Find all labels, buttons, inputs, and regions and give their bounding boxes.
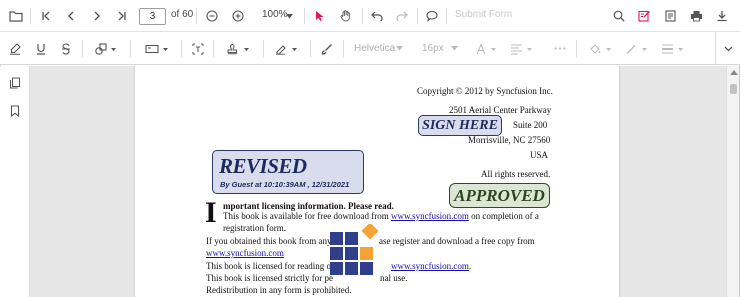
address-line: 2501 Aerial Center Parkway (449, 105, 552, 115)
toolbar-divider (82, 40, 83, 57)
syncfusion-logo (330, 224, 379, 275)
scroll-thumb[interactable] (730, 84, 737, 94)
stamp-title: APPROVED (454, 185, 545, 205)
redo-icon[interactable] (394, 0, 410, 32)
highlight-icon[interactable] (7, 32, 23, 65)
pdf-page: Copyright © 2012 by Syncfusion Inc. 2501… (135, 66, 619, 297)
toolbar-divider (196, 8, 197, 24)
paragraph-line: This book is licensed strictly for pe (206, 273, 333, 283)
chevron-down-icon[interactable] (284, 0, 294, 32)
paragraph-line: This book is licensed for reading o (206, 261, 331, 271)
bookmark-icon[interactable] (10, 104, 20, 122)
toolbar-divider (310, 40, 311, 57)
pan-tool-icon[interactable] (338, 0, 354, 32)
sign-here-stamp-annotation[interactable]: SIGN HERE (418, 115, 502, 136)
edit-annotation-icon[interactable] (636, 0, 652, 32)
toolbar-divider (181, 40, 182, 57)
paragraph-line: This book is available for free download… (223, 211, 539, 221)
first-page-icon[interactable] (38, 0, 54, 32)
zoom-in-icon[interactable] (230, 0, 246, 32)
strikethrough-icon[interactable] (58, 32, 74, 65)
navigation-pane (0, 66, 30, 297)
toolbar-divider (30, 8, 31, 24)
fill-color-icon[interactable] (588, 32, 614, 65)
last-page-icon[interactable] (114, 0, 130, 32)
chevron-down-icon[interactable] (394, 32, 404, 65)
chevron-down-icon[interactable] (449, 32, 459, 65)
address-line: Suite 200 (513, 120, 548, 130)
address-line: Morrisville, NC 27560 (468, 135, 551, 145)
syncfusion-link[interactable]: www.syncfusion.com (391, 211, 469, 221)
selection-tool-icon[interactable] (312, 0, 328, 32)
shapes-icon[interactable] (92, 32, 120, 65)
undo-icon[interactable] (369, 0, 385, 32)
toolbar-divider (304, 8, 305, 24)
text-align-icon[interactable] (508, 32, 536, 65)
heading-text: mportant licensing information. Please r… (223, 201, 394, 211)
previous-page-icon[interactable] (63, 0, 79, 32)
link-text[interactable]: www.syncfusion.com (391, 261, 469, 271)
collapse-toolbar-chevron-icon[interactable] (720, 32, 736, 65)
toolbar-divider (130, 40, 131, 57)
toolbar-divider (715, 32, 716, 65)
rights-text: All rights reserved. (481, 169, 551, 179)
toolbar-divider (263, 40, 264, 57)
signature-icon[interactable] (272, 32, 302, 65)
ink-pen-icon[interactable] (319, 32, 335, 65)
calibrate-icon[interactable] (142, 32, 172, 65)
address-line: USA (530, 150, 549, 160)
comment-icon[interactable] (424, 0, 440, 32)
print-icon[interactable] (688, 0, 704, 32)
font-family-dropdown[interactable]: Helvetica (354, 43, 395, 54)
submit-form-button[interactable]: Submit Form (455, 9, 512, 20)
download-icon[interactable] (714, 0, 730, 32)
toolbar-divider (417, 8, 418, 24)
paragraph-line: Redistribution in any form is prohibited… (206, 285, 352, 295)
zoom-out-icon[interactable] (204, 0, 220, 32)
drop-cap: I (205, 196, 217, 229)
page-number-input[interactable]: 3 (139, 8, 166, 25)
link-text[interactable]: www.syncfusion.com (206, 248, 284, 258)
page-thumbnails-icon[interactable] (9, 76, 21, 94)
scroll-up-arrow-icon[interactable] (730, 70, 738, 75)
font-color-icon[interactable] (475, 32, 499, 65)
vertical-scrollbar[interactable] (726, 66, 739, 297)
open-file-icon[interactable] (7, 0, 25, 32)
line-thickness-icon[interactable] (660, 32, 686, 65)
document-viewer[interactable]: Copyright © 2012 by Syncfusion Inc. 2501… (30, 66, 726, 297)
paragraph-line: ase register and download a free copy fr… (379, 236, 535, 246)
revised-stamp-annotation[interactable]: REVISED By Guest at 10:10:39AM , 12/31/2… (212, 150, 364, 194)
stamp-title: REVISED (219, 154, 307, 178)
stamp-subtitle: By Guest at 10:10:39AM , 12/31/2021 (220, 180, 350, 189)
free-text-icon[interactable] (190, 32, 206, 65)
toolbar-divider (446, 8, 447, 24)
syncfusion-link[interactable]: www.syncfusion.com. (391, 261, 471, 271)
toolbar-divider (213, 40, 214, 57)
stroke-color-icon[interactable] (624, 32, 650, 65)
search-icon[interactable] (611, 0, 627, 32)
copyright-text: Copyright © 2012 by Syncfusion Inc. (417, 86, 553, 96)
syncfusion-link[interactable]: www.syncfusion.com (206, 248, 284, 258)
stamp-title: SIGN HERE (422, 117, 498, 133)
paragraph-line: registration form. (223, 223, 286, 233)
stamp-icon[interactable] (224, 32, 254, 65)
text-run: This book is available for free download… (223, 211, 391, 221)
more-options-icon[interactable] (552, 32, 568, 65)
main-toolbar: 3 of 60 100% Submit Form (0, 0, 740, 32)
next-page-icon[interactable] (89, 0, 105, 32)
approved-stamp-annotation[interactable]: APPROVED (449, 183, 550, 208)
toolbar-divider (362, 8, 363, 24)
paragraph-line: If you obtained this book from any (206, 236, 332, 246)
annotation-toolbar: Helvetica 16px (0, 32, 740, 65)
toolbar-divider (343, 40, 344, 57)
toolbar-divider (576, 40, 577, 57)
font-size-dropdown[interactable]: 16px (422, 43, 444, 54)
text-run: on completion of a (468, 211, 539, 221)
page-count-label: of 60 (171, 9, 194, 20)
underline-icon[interactable] (33, 32, 49, 65)
form-designer-icon[interactable] (662, 0, 678, 32)
